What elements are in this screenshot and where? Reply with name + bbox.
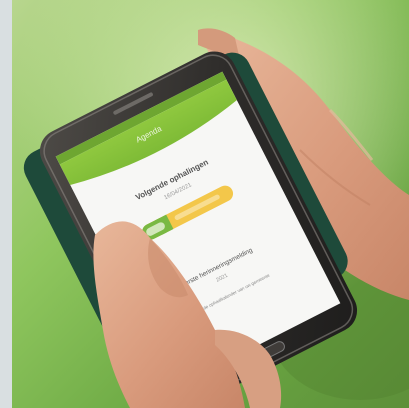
- photo-canvas: Agenda Volgende ophalingen 16/04/2021 Ee…: [0, 0, 409, 408]
- frame-strip: [0, 0, 12, 408]
- photo-scene: Agenda Volgende ophalingen 16/04/2021 Ee…: [0, 0, 409, 408]
